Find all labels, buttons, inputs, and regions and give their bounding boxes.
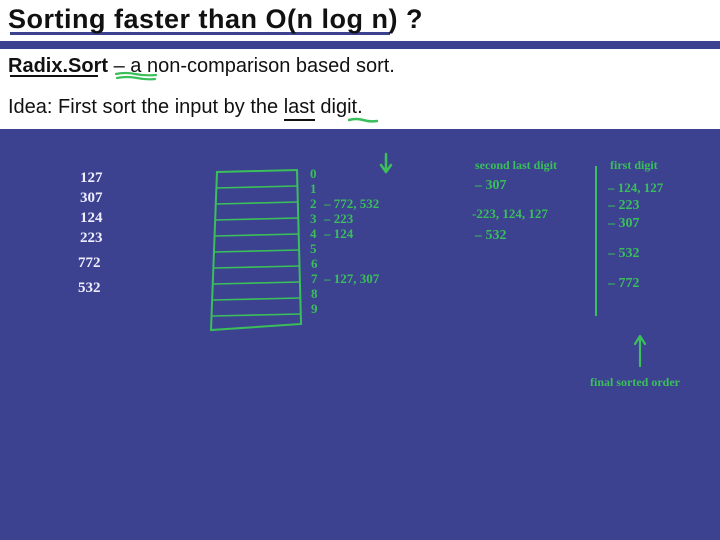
col3-3: – 532 <box>608 246 640 262</box>
col3-0: – 124, 127 <box>608 180 663 196</box>
title-box: Sorting faster than O(n log n) ? <box>0 0 720 41</box>
green-scribble2-icon <box>348 117 378 125</box>
col3-header: first digit <box>610 158 658 173</box>
slide-title: Sorting faster than O(n log n) ? <box>8 4 712 35</box>
final-label: final sorted order <box>590 375 680 390</box>
bucket-label-4: 4 <box>310 226 317 242</box>
idea-pre: Idea: First sort the input by the <box>8 96 284 118</box>
bucket-label-6: 6 <box>311 256 318 272</box>
bucket-fill-7: – 127, 307 <box>324 271 379 287</box>
bucket-label-7: 7 <box>311 271 318 287</box>
radix-line: Radix.Sort – a non-comparison based sort… <box>8 55 712 78</box>
col2-0: – 307 <box>475 178 507 194</box>
idea-last: last <box>284 96 315 121</box>
col3-4: – 772 <box>608 276 640 292</box>
radix-bold: Radix.Sort <box>8 55 108 77</box>
radix-underline <box>10 75 98 77</box>
bucket-label-8: 8 <box>311 286 318 302</box>
whiteboard-area: 127 307 124 223 772 532 0 1 2 3 4 5 6 7 … <box>0 150 720 540</box>
bucket-label-3: 3 <box>310 211 317 227</box>
arrow-down-icon <box>378 152 394 178</box>
bucket-label-1: 1 <box>310 181 317 197</box>
arrow-up-icon <box>632 330 648 370</box>
input-1: 307 <box>80 190 103 207</box>
col2-header: second last digit <box>475 158 557 173</box>
input-5: 532 <box>78 280 101 297</box>
bucket-label-5: 5 <box>310 241 317 257</box>
bucket-label-2: 2 <box>310 196 317 212</box>
bucket-fill-4: – 124 <box>324 226 353 242</box>
bucket-label-0: 0 <box>310 166 317 182</box>
bucket-fill-3: – 223 <box>324 211 353 227</box>
col3-2: – 307 <box>608 216 640 232</box>
subheader-box: Radix.Sort – a non-comparison based sort… <box>0 49 720 129</box>
bucket-box-icon <box>205 168 305 333</box>
bucket-fill-2: – 772, 532 <box>324 196 379 212</box>
col3-1: – 223 <box>608 198 640 214</box>
input-3: 223 <box>80 230 103 247</box>
col2-2: – 532 <box>475 228 507 244</box>
input-0: 127 <box>80 170 103 187</box>
input-4: 772 <box>78 255 101 272</box>
vline-icon <box>595 166 597 316</box>
idea-post: digit. <box>315 96 363 118</box>
green-scribble-icon <box>115 71 157 81</box>
col2-1: -223, 124, 127 <box>472 206 548 222</box>
bucket-label-9: 9 <box>311 301 318 317</box>
input-2: 124 <box>80 210 103 227</box>
